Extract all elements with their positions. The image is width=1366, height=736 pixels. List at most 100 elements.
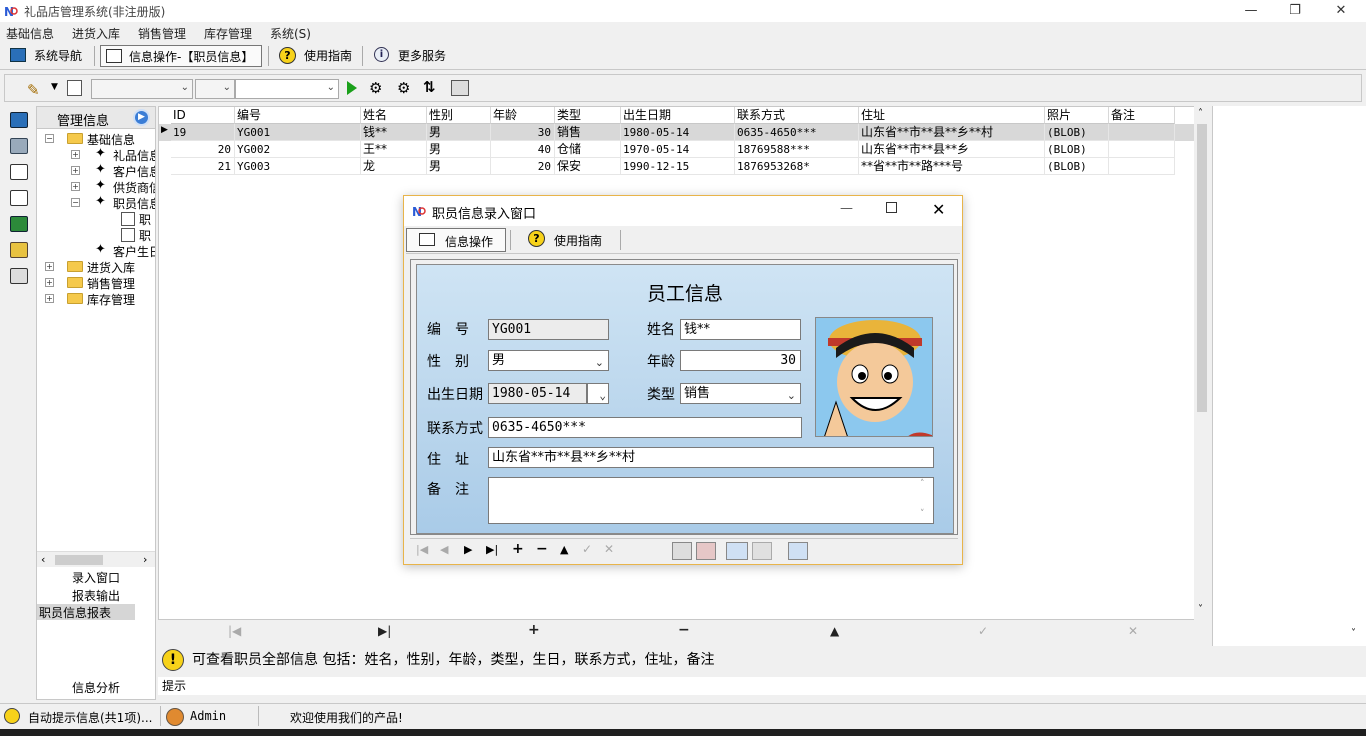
tree-item-customer[interactable]: + ✦ 客户信息 <box>41 163 155 179</box>
scroll-thumb[interactable] <box>1197 124 1207 412</box>
scroll-up-icon[interactable]: ˄ <box>920 479 925 489</box>
remark-textarea[interactable] <box>488 477 934 524</box>
scroll-down-icon[interactable]: ˅ <box>920 509 925 519</box>
scroll-down-icon[interactable]: ˅ <box>1351 628 1356 639</box>
collapse-icon[interactable]: − <box>71 198 80 207</box>
post-record-icon[interactable]: ✓ <box>582 542 592 556</box>
minimize-button[interactable]: — <box>840 201 853 216</box>
cell-photo[interactable]: (BLOB) <box>1045 158 1109 175</box>
system-nav-button[interactable]: 系统导航 <box>6 45 90 67</box>
cell-type[interactable]: 保安 <box>555 158 621 175</box>
cell-code[interactable]: YG003 <box>235 158 361 175</box>
more-services-button[interactable]: i 更多服务 <box>370 45 454 67</box>
column-header[interactable]: 联系方式 <box>735 107 859 124</box>
cell-remark[interactable] <box>1109 158 1175 175</box>
document-icon[interactable] <box>10 190 28 206</box>
restore-button[interactable]: ❐ <box>1272 0 1318 22</box>
entry-window-item[interactable]: 录入窗口 <box>37 569 155 585</box>
cell-name[interactable]: 王** <box>361 141 427 158</box>
search-doc-icon[interactable] <box>67 80 82 96</box>
expand-icon[interactable]: + <box>71 150 80 159</box>
delete-record-icon[interactable]: − <box>678 622 690 638</box>
address-field[interactable]: 山东省**市**县**乡**村 <box>488 447 934 468</box>
info-analysis-item[interactable]: 信息分析 <box>37 679 155 695</box>
name-field[interactable]: 钱** <box>680 319 801 340</box>
expand-icon[interactable]: + <box>45 278 54 287</box>
last-record-icon[interactable]: ▶| <box>378 624 391 638</box>
chevron-down-icon[interactable]: ⌄ <box>787 386 796 405</box>
auto-hint-status[interactable]: 自动提示信息(共1项)... <box>28 709 152 726</box>
delete-record-icon[interactable]: − <box>536 541 548 557</box>
printer-icon[interactable] <box>451 80 469 96</box>
scroll-down-icon[interactable]: ˅ <box>1198 604 1203 615</box>
tree-item-birthday[interactable]: ✦ 客户生日 <box>41 243 155 259</box>
operator-select[interactable]: ⌄ <box>195 79 235 99</box>
zoom-icon[interactable] <box>788 542 808 560</box>
report-icon[interactable] <box>10 268 28 284</box>
column-header[interactable]: 性别 <box>427 107 491 124</box>
cell-address[interactable]: **省**市**路***号 <box>859 158 1045 175</box>
column-header[interactable]: 编号 <box>235 107 361 124</box>
next-record-icon[interactable]: ▶ <box>464 543 472 556</box>
cell-id[interactable]: 19 <box>171 124 235 141</box>
close-button[interactable]: ✕ <box>1318 0 1364 22</box>
collapse-icon[interactable]: − <box>45 134 54 143</box>
tab-guide[interactable]: ? 使用指南 <box>518 228 618 252</box>
cell-address[interactable]: 山东省**市**县**乡**村 <box>859 124 1045 141</box>
play-icon[interactable] <box>347 81 357 95</box>
column-header[interactable]: 照片 <box>1045 107 1109 124</box>
find-icon[interactable]: ⚙ <box>369 79 382 97</box>
add-record-icon[interactable]: + <box>512 541 524 557</box>
cell-name[interactable]: 龙 <box>361 158 427 175</box>
tree-folder-basic[interactable]: − 基础信息 <box>41 131 155 147</box>
expand-icon[interactable]: + <box>45 262 54 271</box>
cell-remark[interactable] <box>1109 124 1175 141</box>
first-record-icon[interactable]: |◀ <box>416 543 428 556</box>
tree-folder-sales[interactable]: + 销售管理 <box>41 275 155 291</box>
tree-leaf-staff-report[interactable]: 职 <box>41 227 155 243</box>
column-header[interactable]: 备注 <box>1109 107 1175 124</box>
column-header[interactable]: 年龄 <box>491 107 555 124</box>
add-record-icon[interactable]: + <box>528 622 540 638</box>
age-field[interactable]: 30 <box>680 350 801 371</box>
cell-gender[interactable]: 男 <box>427 141 491 158</box>
menu-basic-info[interactable]: 基础信息 <box>6 25 54 42</box>
cell-gender[interactable]: 男 <box>427 124 491 141</box>
contact-field[interactable]: 0635-4650*** <box>488 417 802 438</box>
cell-photo[interactable]: (BLOB) <box>1045 124 1109 141</box>
post-record-icon[interactable]: ✓ <box>978 624 988 638</box>
cell-contact[interactable]: 0635-4650*** <box>735 124 859 141</box>
value-select[interactable]: ⌄ <box>235 79 339 99</box>
id-field[interactable]: YG001 <box>488 319 609 340</box>
print-icon[interactable] <box>672 542 692 560</box>
tree-leaf-staff-entry[interactable]: 职 <box>41 211 155 227</box>
column-header[interactable]: 出生日期 <box>621 107 735 124</box>
tree-hscrollbar[interactable]: ‹ › <box>37 551 155 567</box>
cell-type[interactable]: 销售 <box>555 124 621 141</box>
menu-inventory[interactable]: 库存管理 <box>204 25 252 42</box>
cell-photo[interactable]: (BLOB) <box>1045 141 1109 158</box>
expand-icon[interactable]: + <box>71 166 80 175</box>
cell-gender[interactable]: 男 <box>427 158 491 175</box>
birth-date-field[interactable]: 1980-05-14 <box>488 383 587 404</box>
grid-vscrollbar[interactable]: ˄ ˅ <box>1194 106 1210 620</box>
find-next-icon[interactable]: ⚙ <box>397 79 410 97</box>
cell-contact[interactable]: 1876953268* <box>735 158 859 175</box>
cell-birth[interactable]: 1970-05-14 <box>621 141 735 158</box>
cell-address[interactable]: 山东省**市**县**乡 <box>859 141 1045 158</box>
column-header[interactable]: 姓名 <box>361 107 427 124</box>
chevron-down-icon[interactable]: ⌄ <box>595 353 604 372</box>
expand-icon[interactable]: + <box>45 294 54 303</box>
pencil-icon[interactable]: ✎ <box>27 81 40 99</box>
type-select[interactable]: 销售 ⌄ <box>680 383 801 404</box>
monitor-icon[interactable] <box>10 112 28 128</box>
tree-item-supplier[interactable]: + ✦ 供货商信 <box>41 179 155 195</box>
scroll-thumb[interactable] <box>55 555 103 565</box>
gender-select[interactable]: 男 ⌄ <box>488 350 609 371</box>
menu-purchase[interactable]: 进货入库 <box>72 25 120 42</box>
employee-photo[interactable] <box>815 317 933 437</box>
column-header[interactable]: 类型 <box>555 107 621 124</box>
expand-toggle-icon[interactable]: ▶ <box>133 109 150 126</box>
last-record-icon[interactable]: ▶| <box>486 543 498 556</box>
network-icon[interactable] <box>10 138 28 154</box>
